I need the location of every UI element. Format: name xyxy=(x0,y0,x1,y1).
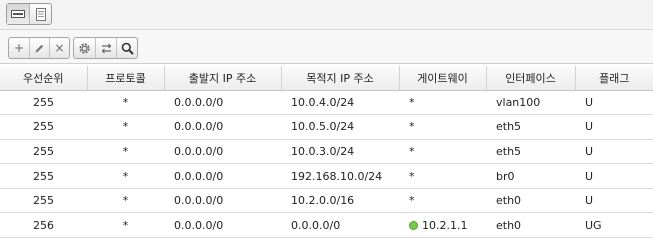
column-header-destination-ip[interactable]: 목적지 IP 주소 xyxy=(281,66,400,91)
gateway-cell: * xyxy=(399,139,486,165)
delete-button[interactable]: × xyxy=(49,38,69,58)
table-header: 우선순위 프로토콜 출발지 IP 주소 목적지 IP 주소 게이트웨이 인터페이… xyxy=(0,66,653,91)
flag-cell: U xyxy=(575,163,653,189)
priority-cell: 255 xyxy=(0,90,87,116)
protocol-cell: * xyxy=(87,163,164,189)
priority-cell: 256 xyxy=(0,212,87,239)
destination-ip-cell: 192.168.10.0/24 xyxy=(281,163,399,189)
toolbar: + × xyxy=(0,30,653,64)
edit-button[interactable] xyxy=(29,38,49,58)
protocol-cell: * xyxy=(87,212,164,239)
priority-cell: 255 xyxy=(0,188,87,214)
protocol-cell: * xyxy=(87,139,164,165)
flag-cell: U xyxy=(575,139,653,165)
gateway-value: 10.2.1.1 xyxy=(422,218,468,232)
settings-button[interactable] xyxy=(74,38,95,58)
interface-cell: br0 xyxy=(486,163,575,189)
pencil-icon xyxy=(35,44,44,52)
column-header-priority[interactable]: 우선순위 xyxy=(0,66,88,91)
edit-button-group: + × xyxy=(8,37,70,59)
search-icon xyxy=(121,42,134,55)
destination-ip-cell: 10.0.3.0/24 xyxy=(281,139,399,165)
protocol-cell: * xyxy=(87,90,164,116)
flag-cell: U xyxy=(575,114,653,140)
destination-ip-cell: 10.0.5.0/24 xyxy=(281,114,399,140)
interface-cell: eth5 xyxy=(486,139,575,165)
routing-table: 우선순위 프로토콜 출발지 IP 주소 목적지 IP 주소 게이트웨이 인터페이… xyxy=(0,66,653,239)
add-button[interactable]: + xyxy=(9,38,29,58)
interface-cell: eth5 xyxy=(486,114,575,140)
protocol-cell: * xyxy=(87,114,164,140)
destination-ip-cell: 10.2.0.0/16 xyxy=(281,188,399,214)
priority-cell: 255 xyxy=(0,139,87,165)
view-toggle-bar xyxy=(0,0,653,30)
column-header-protocol[interactable]: 프로토콜 xyxy=(87,66,165,91)
protocol-cell: * xyxy=(87,188,164,214)
table-body: 255 * 0.0.0.0/0 10.0.4.0/24 * vlan100 U … xyxy=(0,90,653,239)
source-ip-cell: 0.0.0.0/0 xyxy=(164,114,281,140)
column-header-interface[interactable]: 인터페이스 xyxy=(486,66,576,91)
source-ip-cell: 0.0.0.0/0 xyxy=(164,139,281,165)
list-view-button[interactable] xyxy=(7,4,29,24)
flag-cell: UG xyxy=(575,212,653,239)
interface-cell: eth0 xyxy=(486,188,575,214)
flag-cell: U xyxy=(575,188,653,214)
table-row[interactable]: 255 * 0.0.0.0/0 10.2.0.0/16 * eth0 U xyxy=(0,188,653,214)
swap-icon xyxy=(101,43,111,53)
gateway-cell: * xyxy=(399,114,486,140)
gateway-cell: 10.2.1.1 xyxy=(399,212,486,239)
close-icon: × xyxy=(54,41,65,55)
gateway-status-dot xyxy=(409,220,418,230)
priority-cell: 255 xyxy=(0,114,87,140)
destination-ip-cell: 10.0.4.0/24 xyxy=(281,90,399,116)
source-ip-cell: 0.0.0.0/0 xyxy=(164,163,281,189)
source-ip-cell: 0.0.0.0/0 xyxy=(164,90,281,116)
gateway-cell: * xyxy=(399,163,486,189)
column-header-source-ip[interactable]: 출발지 IP 주소 xyxy=(164,66,282,91)
column-header-flag[interactable]: 플래그 xyxy=(575,66,653,91)
detail-view-icon xyxy=(35,7,46,21)
destination-ip-cell: 0.0.0.0/0 xyxy=(281,212,399,239)
search-button[interactable] xyxy=(116,38,137,58)
table-row[interactable]: 255 * 0.0.0.0/0 10.0.5.0/24 * eth5 U xyxy=(0,114,653,140)
action-button-group xyxy=(73,37,138,59)
source-ip-cell: 0.0.0.0/0 xyxy=(164,212,281,239)
gateway-cell: * xyxy=(399,188,486,214)
list-view-icon xyxy=(11,10,25,18)
interface-cell: eth0 xyxy=(486,212,575,239)
plus-icon: + xyxy=(13,41,25,55)
flag-cell: U xyxy=(575,90,653,116)
detail-view-button[interactable] xyxy=(29,4,51,24)
table-row[interactable]: 256 * 0.0.0.0/0 0.0.0.0/0 10.2.1.1 eth0 … xyxy=(0,212,653,239)
priority-cell: 255 xyxy=(0,163,87,189)
swap-button[interactable] xyxy=(95,38,116,58)
gear-icon xyxy=(79,42,90,54)
table-row[interactable]: 255 * 0.0.0.0/0 192.168.10.0/24 * br0 U xyxy=(0,163,653,189)
source-ip-cell: 0.0.0.0/0 xyxy=(164,188,281,214)
view-toggle-group xyxy=(6,3,52,25)
table-row[interactable]: 255 * 0.0.0.0/0 10.0.4.0/24 * vlan100 U xyxy=(0,90,653,116)
interface-cell: vlan100 xyxy=(486,90,575,116)
table-row[interactable]: 255 * 0.0.0.0/0 10.0.3.0/24 * eth5 U xyxy=(0,139,653,165)
gateway-cell: * xyxy=(399,90,486,116)
column-header-gateway[interactable]: 게이트웨이 xyxy=(399,66,487,91)
